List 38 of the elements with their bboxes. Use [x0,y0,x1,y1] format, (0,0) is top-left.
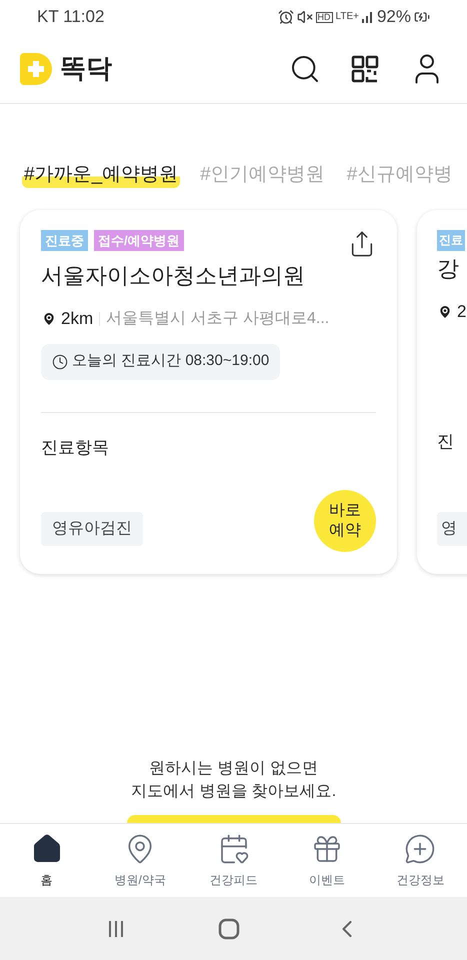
mute-icon [296,9,313,25]
home-button-icon[interactable] [218,918,240,940]
nav-tab[interactable]: 건강피드 [186,832,280,888]
nav-tab[interactable]: 홈 [0,832,94,888]
chat-plus-icon [404,832,436,864]
distance: 2 [457,301,466,323]
hospital-card[interactable]: 진료중 접수/예약병원 서울자이소아청소년과의원 2km 서울특별시 서초구 사평대로4... 오늘의 진료시간 08:30~19:00 진료항목 영유아검진 바로 예약 [20,210,397,574]
network-type: LTE+ [336,12,359,22]
map-prompt: 원하시는 병원이 없으면 지도에서 병원을 찾아보세요. [130,759,336,802]
address: 서울특별시 서초구 사평대로4... [106,308,330,329]
section-title: 진 [437,430,455,452]
battery-percent: 92% [376,6,411,28]
nav-tab[interactable]: 병원/약국 [93,832,187,888]
status-tag: 진료중 [41,230,88,251]
status-tag: 접수/예약병원 [94,230,184,251]
qr-code-button[interactable] [351,54,379,82]
book-now-button[interactable]: 바로 예약 [314,490,376,552]
hospital-name: 강 [437,255,460,283]
service-chip: 영 [437,512,467,546]
alarm-icon [278,9,294,25]
section-title: 진료항목 [41,436,110,458]
hospital-name: 서울자이소아청소년과의원 [41,262,306,290]
clock-icon [52,354,68,370]
location-pin-icon [41,310,57,327]
status-tag: 진료 [437,230,465,251]
signal-icon [362,11,374,23]
nav-tab[interactable]: 이벤트 [280,832,374,888]
hd-indicator: HD [316,12,333,22]
location-pin-icon [437,304,453,320]
nav-tab[interactable]: 건강정보 [374,832,467,888]
status-carrier-time: KT 11:02 [37,6,104,28]
logo-icon [20,52,52,84]
hours-pill: 오늘의 진료시간 08:30~19:00 [41,344,280,380]
logo-text: 똑닥 [60,52,112,85]
service-chip: 영유아검진 [41,512,143,546]
distance: 2km [61,308,94,330]
recent-apps-icon[interactable] [106,920,124,938]
hospital-card[interactable]: 진료 강 2 진 영 [417,210,467,574]
